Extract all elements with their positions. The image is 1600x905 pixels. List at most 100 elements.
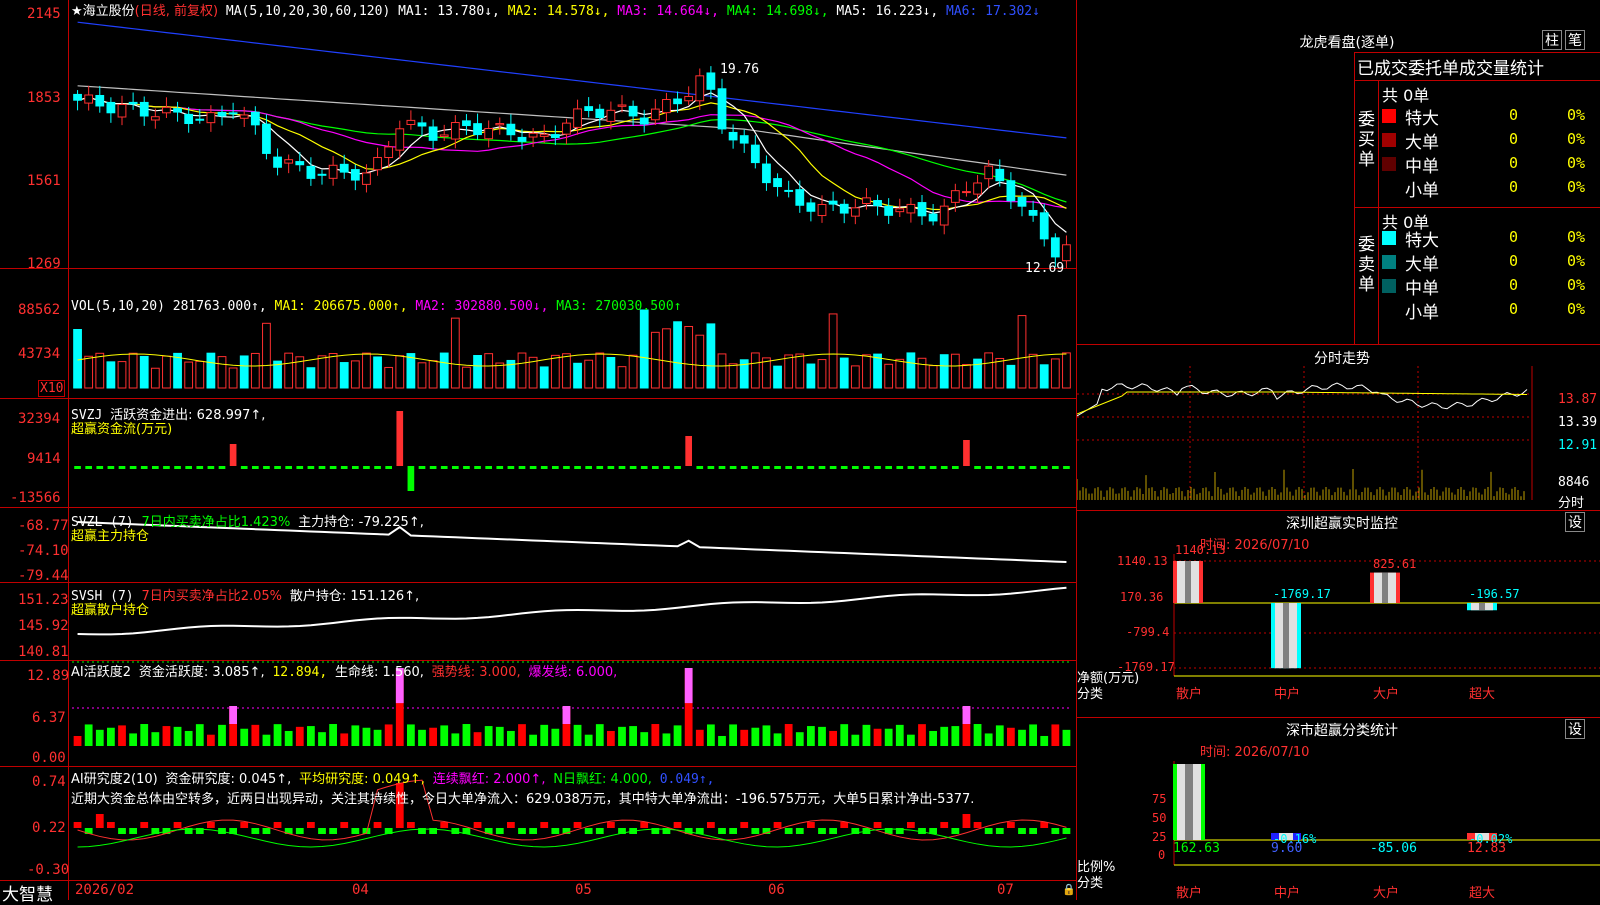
ai-active-bar	[729, 724, 737, 746]
separator	[1354, 207, 1600, 208]
pen-mode-button[interactable]: 笔	[1565, 30, 1585, 50]
ai-active-bar	[418, 729, 426, 746]
ai-active-bar	[240, 728, 249, 746]
ai-active-bar	[340, 733, 349, 746]
volume-bar	[450, 317, 460, 389]
svzj-bar	[385, 466, 392, 469]
volume-bar	[262, 322, 271, 389]
ai-research-bar	[951, 828, 960, 834]
volume-bar	[850, 365, 860, 389]
order-type-label: 特大	[1405, 109, 1439, 129]
volume-bar	[350, 360, 360, 389]
ai-active-bar	[84, 724, 93, 746]
candle	[306, 165, 316, 179]
volume-bar	[573, 362, 582, 389]
ai-active-bar	[162, 726, 171, 746]
main-chart-header: ★海立股份(日线, 前复权) MA(5,10,20,30,60,120) MA1…	[71, 0, 1040, 19]
legend-swatch	[1382, 133, 1396, 147]
sz-value-label: 1140.13	[1175, 543, 1226, 557]
sz-class-category: 中户	[1274, 886, 1301, 901]
svzj-bar	[74, 466, 81, 469]
vol-ma2: MA2: 302880.500↓,	[415, 299, 549, 314]
ai-active-bar	[907, 734, 915, 746]
sz-class-category: 超大	[1469, 886, 1496, 901]
svzj-bar	[140, 466, 148, 469]
svzj-bar	[352, 466, 359, 469]
ai-research-bar	[73, 822, 82, 828]
monitor-bar-core	[1185, 561, 1191, 603]
stock-title[interactable]: ★海立股份	[71, 4, 135, 19]
volume-bar	[250, 352, 260, 389]
chart-area[interactable]: ★海立股份(日线, 前复权) MA(5,10,20,30,60,120) MA1…	[0, 0, 1077, 905]
candle	[550, 134, 560, 139]
candle	[995, 168, 1005, 182]
ai-active-bar	[795, 732, 804, 746]
svzj-bar	[207, 466, 215, 469]
ai-active-bar	[484, 726, 493, 746]
volume-bar	[762, 357, 771, 389]
volume-bar	[328, 353, 338, 389]
svzj-bar	[485, 466, 492, 469]
candle	[1006, 180, 1016, 202]
candle	[984, 165, 994, 180]
ai-active-bar	[373, 729, 382, 746]
ai-active-v5: 爆发线: 6.000,	[528, 665, 618, 680]
order-count: 0	[1509, 300, 1519, 318]
bar-mode-button[interactable]: 柱	[1542, 30, 1562, 50]
svzj-bar	[374, 466, 381, 469]
candle	[250, 111, 260, 126]
svzj-bar	[718, 466, 726, 469]
ai-active-bar	[1040, 735, 1049, 746]
ai-research-bar	[773, 822, 782, 828]
y-label: 1561	[27, 173, 61, 189]
sz-class-cat-label: 分类	[1077, 876, 1104, 891]
ai-active-bar	[140, 724, 149, 746]
candle	[517, 136, 527, 142]
ai-research-header: AI研究度2(10) 资金研究度: 0.045↑, 平均研究度: 0.049↑,…	[71, 768, 715, 787]
lock-icon[interactable]: 🔒	[1062, 883, 1076, 896]
svzj-bar	[929, 466, 937, 469]
ai-active-bar	[95, 729, 104, 746]
ai-active-v2: 12.894,	[272, 665, 328, 680]
candle	[1028, 209, 1038, 216]
svzj-bar	[829, 466, 837, 469]
volume-bar	[284, 352, 294, 389]
svzj-bar	[452, 466, 459, 469]
candle	[895, 208, 905, 213]
sz-monitor-panel: 深圳超赢实时监控 设 时间: 2026/07/10 1140.13 170.36…	[1077, 510, 1600, 717]
ai-research-bar	[295, 828, 304, 834]
volume-bar	[239, 355, 249, 389]
ai-active-bar	[318, 732, 326, 746]
monitor-bar-core	[1382, 572, 1388, 603]
volume-bar	[417, 362, 427, 389]
candle	[528, 132, 538, 138]
vol-value: 281763.000↑,	[172, 299, 267, 314]
ai-research-bar	[595, 828, 604, 834]
svsh-ratio: 7日内买卖净占比2.05%	[141, 589, 283, 604]
ai-active-header: AI活跃度2 资金活跃度: 3.085↑, 12.894, 生命线: 1.560…	[71, 661, 617, 680]
sz-category: 大户	[1373, 687, 1400, 702]
volume-bar	[362, 352, 371, 389]
svzj-bar	[240, 466, 248, 469]
svzj-bar	[763, 466, 770, 469]
intraday-panel[interactable]: 分时走势 13.87 13.39 12.91 8846 分时	[1077, 344, 1600, 511]
monitor-bar-core	[1479, 603, 1485, 611]
y-label: 43734	[18, 346, 61, 362]
class-value: 9.60	[1271, 841, 1303, 856]
ai-active-bar	[207, 734, 215, 746]
ai-active-bar	[507, 730, 515, 746]
monitor-bar	[1370, 572, 1400, 603]
candle	[673, 98, 682, 105]
svzj-bar	[940, 466, 948, 469]
ai-research-bar	[273, 822, 282, 828]
candle	[962, 191, 971, 194]
ai-research-bar	[529, 828, 537, 834]
ai-active-bar	[429, 727, 437, 746]
intraday-vol-unit: 分时	[1558, 496, 1585, 511]
ai-active-bar	[295, 726, 304, 746]
period-label[interactable]: (日线, 前复权)	[135, 4, 218, 19]
ai-research-bar	[584, 828, 593, 834]
volume-bar	[584, 359, 594, 389]
candle	[206, 112, 216, 124]
volume-bar	[617, 366, 627, 389]
